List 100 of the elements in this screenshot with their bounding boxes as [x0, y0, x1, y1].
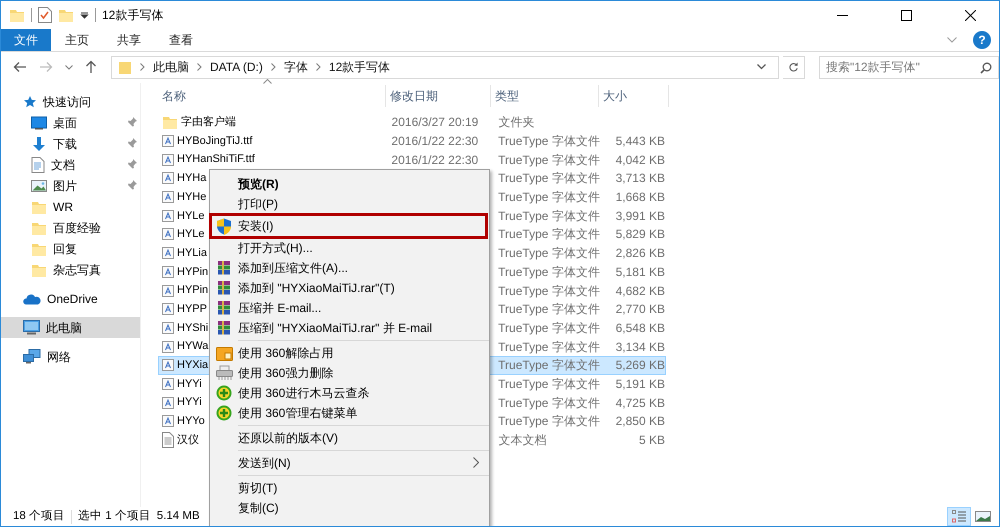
sidebar-item[interactable]: 回复	[1, 238, 140, 259]
item-count: 18 个项目	[13, 508, 65, 524]
file-size: 5,443 KB	[616, 134, 665, 148]
file-name[interactable]: HYLia	[177, 244, 207, 262]
file-name[interactable]: HYPin	[177, 264, 208, 280]
font-file-icon	[162, 228, 174, 240]
file-size: 5,269 KB	[616, 358, 665, 372]
ribbon-tab[interactable]: 查看	[155, 29, 207, 51]
file-type: TrueType 字体文件	[498, 414, 600, 428]
file-size: 5,191 KB	[616, 376, 665, 391]
file-name[interactable]: HYPin	[177, 282, 208, 299]
file-name[interactable]: HYYi	[177, 376, 202, 392]
breadcrumb-link[interactable]: 12款手写体	[328, 58, 390, 76]
sidebar-item[interactable]: 文档	[1, 154, 140, 175]
font-file-icon	[162, 154, 174, 166]
details-view-button[interactable]	[947, 507, 971, 526]
file-type: TrueType 字体文件	[498, 396, 600, 410]
chevron-right-icon	[140, 63, 145, 71]
font-file-icon	[162, 135, 174, 148]
properties-icon[interactable]	[38, 7, 52, 23]
selection-size: 5.14 MB	[156, 508, 200, 524]
font-file-icon	[162, 359, 174, 372]
menu-item[interactable]: 压缩到 "HYXiaoMaiTiJ.rar" 并 E-mail	[210, 318, 489, 338]
file-name[interactable]: HYHanShiTiF.ttf	[177, 151, 255, 168]
desktop-icon	[31, 116, 47, 130]
sidebar-item[interactable]: 百度经验	[1, 217, 140, 238]
menu-item[interactable]: 打开方式(H)...	[210, 238, 489, 258]
sidebar-item[interactable]: 桌面	[1, 112, 140, 133]
column-header[interactable]: 类型	[491, 85, 599, 107]
chevron-right-icon	[270, 63, 276, 71]
file-type: TrueType 字体文件	[498, 358, 600, 372]
printer-icon	[216, 365, 233, 381]
file-name[interactable]: HYYi	[177, 394, 202, 411]
file-name[interactable]: HYYo	[177, 413, 205, 430]
file-name[interactable]: HYLe	[177, 208, 205, 224]
column-header[interactable]: 大小	[599, 85, 669, 107]
stacked-books-icon	[216, 320, 232, 336]
file-name[interactable]: HYLe	[177, 226, 205, 243]
menu-item[interactable]: 压缩并 E-mail...	[210, 298, 489, 318]
chevron-down-icon[interactable]	[757, 64, 766, 70]
column-header[interactable]: 修改日期	[386, 85, 491, 107]
file-name[interactable]: 汉仪	[177, 432, 199, 448]
file-size: 3,713 KB	[616, 171, 665, 186]
stacked-books-icon	[216, 260, 232, 276]
file-name[interactable]: HYXia	[177, 357, 208, 374]
file-size: 2,770 KB	[616, 302, 665, 316]
menu-item[interactable]: 预览(R)	[210, 174, 489, 194]
file-type: TrueType 字体文件	[498, 171, 600, 186]
sidebar-item[interactable]: OneDrive	[1, 288, 140, 309]
menu-item[interactable]: 使用 360解除占用	[210, 343, 489, 363]
file-name[interactable]: HYShi	[177, 320, 208, 336]
menu-item[interactable]: 使用 360进行木马云查杀	[210, 383, 489, 403]
font-file-icon	[162, 303, 174, 316]
file-name[interactable]: 字由客户端	[181, 114, 236, 131]
sidebar-item[interactable]: 此电脑	[1, 317, 140, 338]
sidebar-item[interactable]: 下载	[1, 133, 140, 154]
menu-item[interactable]: 使用 360强力删除	[210, 363, 489, 383]
sidebar-item[interactable]: 图片	[1, 175, 140, 196]
column-header[interactable]: 名称	[158, 85, 386, 107]
sidebar-item[interactable]: 快速访问	[1, 91, 140, 112]
file-name[interactable]: HYWa	[177, 338, 208, 355]
sidebar-item[interactable]: WR	[1, 196, 140, 217]
menu-item[interactable]: 打印(P)	[210, 194, 489, 214]
file-size: 5,181 KB	[616, 264, 665, 279]
menu-item[interactable]: 还原以前的版本(V)	[210, 428, 489, 448]
file-menu-button[interactable]: 文件	[1, 29, 51, 51]
help-button[interactable]: ?	[973, 31, 991, 49]
file-type: TrueType 字体文件	[498, 284, 600, 298]
file-name[interactable]: HYBoJingTiJ.ttf	[177, 132, 252, 150]
font-file-icon	[162, 284, 174, 297]
file-name[interactable]: HYPP	[177, 300, 207, 318]
file-name[interactable]: HYHe	[177, 188, 206, 206]
menu-item[interactable]: 复制(C)	[210, 498, 489, 518]
menu-item[interactable]: 安装(I)	[211, 215, 486, 237]
file-size: 2,850 KB	[616, 414, 665, 428]
search-field[interactable]: 搜索"12款手写体"	[819, 56, 999, 78]
font-file-icon	[162, 191, 174, 204]
maximize-icon	[900, 10, 912, 20]
search-icon[interactable]	[980, 62, 992, 74]
breadcrumb-link[interactable]: DATA (D:)	[210, 58, 263, 76]
pictures-icon	[31, 178, 47, 192]
ribbon-tab[interactable]: 共享	[103, 29, 155, 51]
font-file-icon	[162, 415, 174, 428]
menu-item[interactable]: 添加到 "HYXiaoMaiTiJ.rar"(T)	[210, 278, 489, 298]
menu-item[interactable]: 使用 360管理右键菜单	[210, 403, 489, 423]
file-name[interactable]: HYHa	[177, 170, 206, 187]
close-icon	[964, 10, 976, 20]
breadcrumb-link[interactable]: 字体	[284, 58, 308, 76]
menu-item[interactable]: 添加到压缩文件(A)...	[210, 258, 489, 278]
breadcrumb-link[interactable]: 此电脑	[153, 58, 189, 76]
file-type: TrueType 字体文件	[498, 134, 600, 148]
address-bar[interactable]: 此电脑 DATA (D:) 字体 12款手写体	[111, 56, 779, 78]
refresh-button[interactable]	[783, 56, 805, 78]
up-arrow-icon	[85, 60, 97, 74]
dropdown-icon[interactable]	[80, 11, 89, 19]
sidebar-item[interactable]: 杂志写真	[1, 259, 140, 280]
menu-item[interactable]: 剪切(T)	[210, 478, 489, 498]
sidebar-item[interactable]: 网络	[1, 346, 140, 367]
menu-item[interactable]: 发送到(N)	[210, 453, 489, 473]
ribbon-tab[interactable]: 主页	[51, 29, 103, 51]
